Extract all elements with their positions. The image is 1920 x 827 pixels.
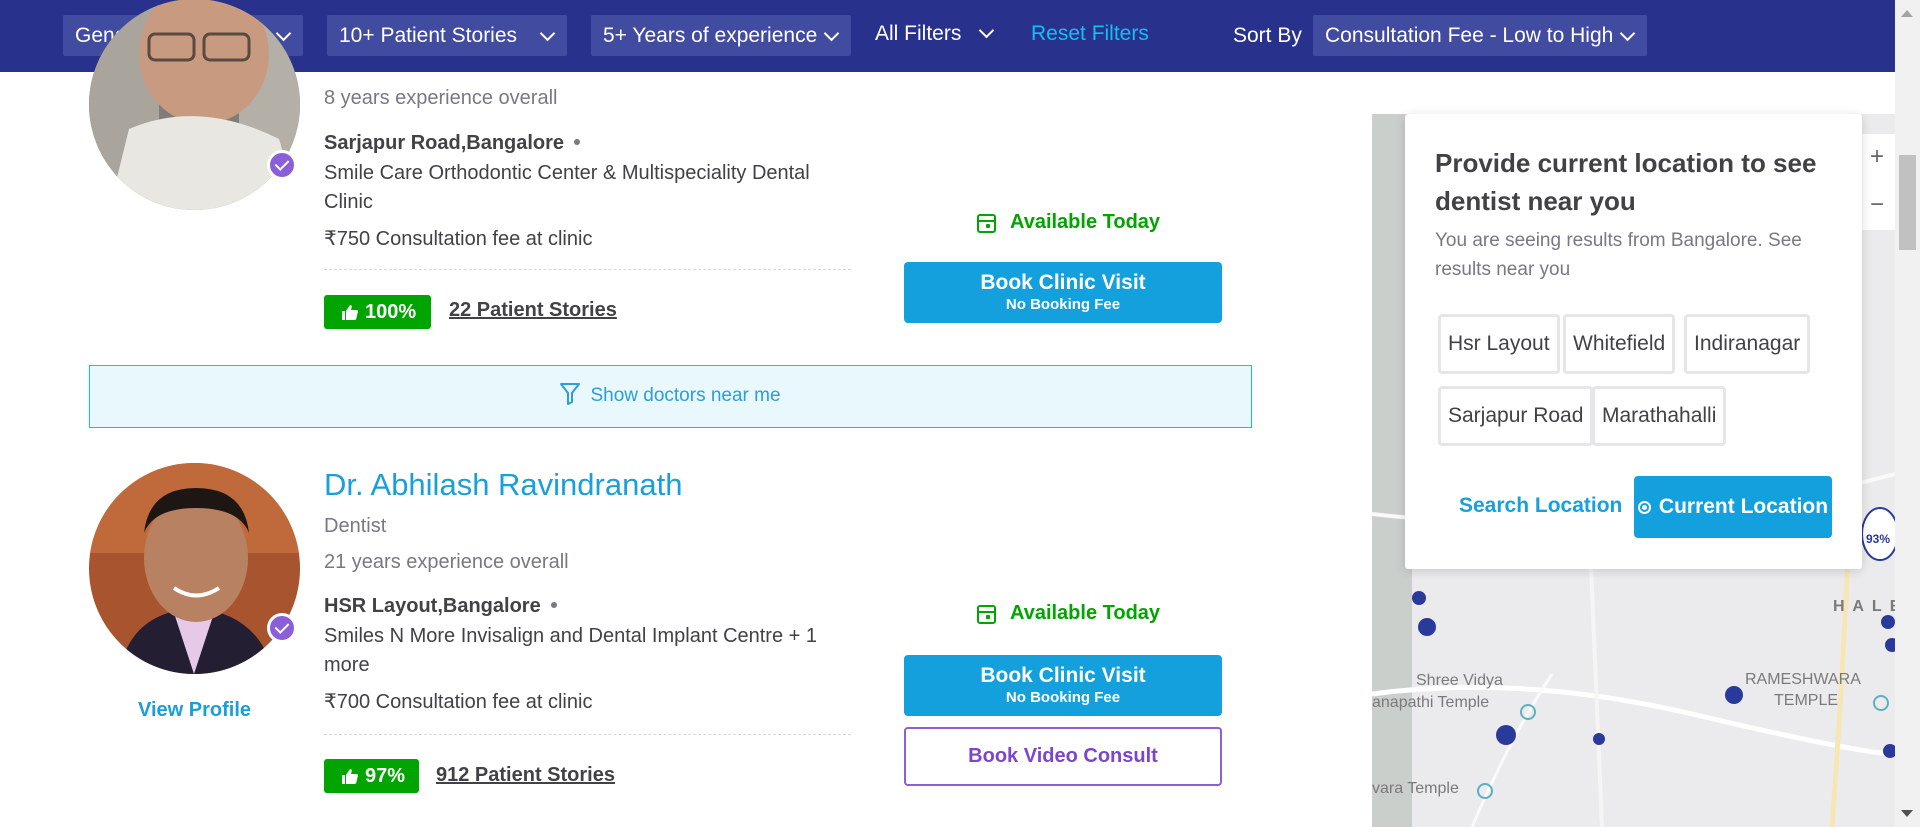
doctor-1-experience: 8 years experience overall <box>324 87 558 109</box>
patient-stories-dropdown[interactable]: 10+ Patient Stories <box>327 15 567 56</box>
map-label-shree-vidya: Shree Vidya <box>1416 672 1503 689</box>
verified-icon <box>267 613 297 643</box>
doctor-1-book-clinic-visit-button[interactable]: Book Clinic Visit No Booking Fee <box>904 262 1222 323</box>
thumbs-up-icon <box>342 305 358 320</box>
map-label-ganapathi-temple: anapathi Temple <box>1372 694 1490 711</box>
doctor-1-fee: ₹750 Consultation fee at clinic <box>324 228 593 250</box>
reset-filters-link[interactable]: Reset Filters <box>1031 15 1149 53</box>
doctor-2-rating-value: 97% <box>365 765 406 787</box>
experience-dropdown[interactable]: 5+ Years of experience <box>591 15 851 56</box>
page-scrollbar[interactable] <box>1895 0 1920 827</box>
doctor-2-book-video-consult-button[interactable]: Book Video Consult <box>904 727 1222 786</box>
location-chip-sarjapur-road[interactable]: Sarjapur Road <box>1438 386 1594 446</box>
scroll-down-arrow-icon[interactable] <box>1901 810 1913 817</box>
doctor-2-availability: Available Today <box>1010 602 1161 624</box>
doctor-2-rating-badge: 97% <box>324 759 419 793</box>
chevron-down-icon <box>978 22 995 39</box>
book-clinic-visit-label: Book Clinic Visit <box>980 271 1146 294</box>
location-target-icon <box>1637 501 1651 514</box>
experience-dropdown-label: 5+ Years of experience <box>603 24 818 47</box>
doctor-1-location-text: Sarjapur Road,Bangalore <box>324 132 565 154</box>
calendar-icon <box>977 605 996 624</box>
scrollbar-thumb[interactable] <box>1899 155 1916 250</box>
doctor-1-location: Sarjapur Road,Bangalore <box>324 132 581 155</box>
chevron-down-icon <box>275 25 292 42</box>
location-chip-marathahalli[interactable]: Marathahalli <box>1592 386 1727 446</box>
doctor-2-experience: 21 years experience overall <box>324 551 569 573</box>
map-label-hale: H A L E <box>1833 598 1895 615</box>
all-filters-label: All Filters <box>875 22 962 45</box>
map-label-vara-temple: vara Temple <box>1372 780 1459 797</box>
doctor-1-patient-stories-link[interactable]: 22 Patient Stories <box>449 299 617 322</box>
location-chip-indiranagar[interactable]: Indiranagar <box>1684 314 1811 374</box>
chevron-down-icon <box>1619 25 1636 42</box>
calendar-icon <box>977 214 996 233</box>
doctor-2-location-text: HSR Layout,Bangalore <box>324 595 541 617</box>
chevron-down-icon <box>539 25 556 42</box>
show-doctors-near-me-button[interactable]: Show doctors near me <box>89 365 1252 428</box>
location-popup: Provide current location to see dentist … <box>1405 114 1862 569</box>
location-chip-whitefield[interactable]: Whitefield <box>1563 314 1676 374</box>
current-location-label: Current Location <box>1658 495 1829 518</box>
no-booking-fee-label: No Booking Fee <box>1005 296 1121 313</box>
separator-dot <box>550 602 557 608</box>
search-location-link[interactable]: Search Location <box>1459 494 1622 518</box>
filter-icon <box>560 382 581 405</box>
show-doctors-near-me-label: Show doctors near me <box>590 385 781 406</box>
doctor-2-book-clinic-visit-button[interactable]: Book Clinic Visit No Booking Fee <box>904 655 1222 716</box>
sort-dropdown-label: Consultation Fee - Low to High <box>1325 24 1614 47</box>
doctor-1-rating-badge: 100% <box>324 295 431 329</box>
doctor-2-photo[interactable] <box>89 463 300 674</box>
doctor-2-specialty: Dentist <box>324 515 387 537</box>
map-label-rameshwara: RAMESHWARA <box>1745 671 1861 688</box>
location-popup-title: Provide current location to see dentist … <box>1435 148 1817 216</box>
doctor-2-patient-stories-link[interactable]: 912 Patient Stories <box>436 764 615 787</box>
scroll-up-arrow-icon[interactable] <box>1901 10 1913 17</box>
location-chip-hsr-layout[interactable]: Hsr Layout <box>1438 314 1560 374</box>
all-filters-button[interactable]: All Filters <box>875 15 995 56</box>
doctor-1-photo[interactable] <box>89 0 300 210</box>
doctor-2-view-profile-link[interactable]: View Profile <box>138 699 251 722</box>
map-rating-pin[interactable]: 93% <box>1866 532 1890 546</box>
doctor-1-availability: Available Today <box>1010 211 1161 233</box>
chevron-down-icon <box>823 25 840 42</box>
no-booking-fee-label: No Booking Fee <box>1005 689 1121 706</box>
doctor-2-name-link[interactable]: Dr. Abhilash Ravindranath <box>324 467 682 503</box>
thumbs-up-icon <box>342 769 358 784</box>
patient-stories-dropdown-label: 10+ Patient Stories <box>339 24 518 47</box>
map-label-temple: TEMPLE <box>1774 692 1839 709</box>
search-results-page: Gender 10+ Patient Stories 5+ Years of e… <box>0 0 1920 827</box>
divider <box>324 734 851 735</box>
sort-dropdown[interactable]: Consultation Fee - Low to High <box>1313 15 1647 56</box>
divider <box>324 269 851 270</box>
doctor-1-rating-value: 100% <box>365 301 417 323</box>
doctor-1-clinic: Smile Care Orthodontic Center & Multispe… <box>324 162 810 213</box>
verified-icon <box>267 150 297 180</box>
separator-dot <box>574 139 581 145</box>
location-popup-subtitle: You are seeing results from Bangalore. S… <box>1435 230 1802 280</box>
map-zoom-in-button[interactable]: + <box>1859 134 1895 182</box>
current-location-button[interactable]: Current Location <box>1634 476 1832 538</box>
doctor-2-clinic: Smiles N More Invisalign and Dental Impl… <box>324 625 818 676</box>
book-clinic-visit-label: Book Clinic Visit <box>980 664 1146 687</box>
doctor-2-fee: ₹700 Consultation fee at clinic <box>324 691 593 713</box>
map-zoom-out-button[interactable]: − <box>1859 182 1895 230</box>
sort-by-label: Sort By <box>1233 24 1302 47</box>
doctor-2-location: HSR Layout,Bangalore <box>324 595 557 618</box>
